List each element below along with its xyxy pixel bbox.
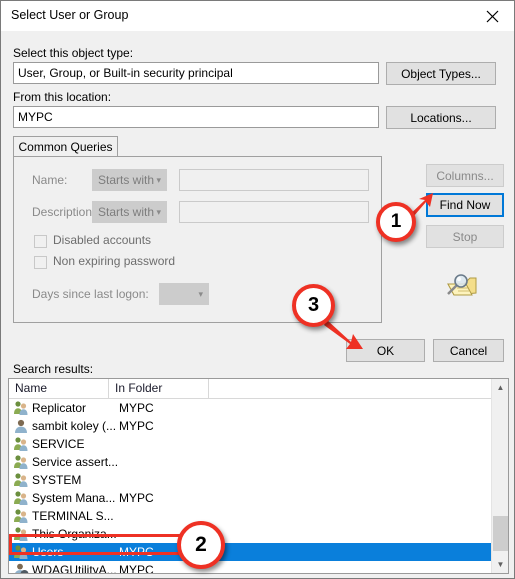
annotation-arrow-3 [324, 320, 363, 349]
row-name: Replicator [32, 401, 87, 415]
table-row[interactable]: sambit koley (... MYPC [9, 417, 491, 435]
listview-rows: Replicator MYPC sambit koley (... MYPC SERVI… [9, 399, 491, 574]
disabled-accounts-label: Disabled accounts [53, 233, 152, 247]
row-in-folder: MYPC [119, 419, 154, 433]
search-results-list: Name In Folder Replicator MYPC sambit kole… [8, 378, 509, 574]
chevron-up-icon[interactable]: ▲ [492, 379, 508, 396]
table-row[interactable]: SYSTEM [9, 471, 491, 489]
group-icon [13, 490, 29, 506]
name-label: Name: [32, 173, 68, 187]
title-bar: Select User or Group [1, 1, 514, 31]
search-results-label: Search results: [13, 362, 94, 376]
row-name: Users [32, 545, 64, 559]
results-row-users[interactable]: Users MYPC [9, 543, 491, 561]
column-header-in-folder[interactable]: In Folder [109, 379, 209, 398]
row-name: WDAGUtilityA... [32, 563, 117, 574]
table-row[interactable]: This Organiza... [9, 525, 491, 543]
row-name: TERMINAL S... [32, 509, 114, 523]
non-expiring-password-label: Non expiring password [53, 254, 176, 268]
days-since-logon-label: Days since last logon: [32, 287, 149, 301]
description-operator-select[interactable]: Starts with ▾ [92, 201, 167, 223]
table-row[interactable]: TERMINAL S... [9, 507, 491, 525]
tab-common-queries[interactable]: Common Queries [13, 136, 118, 157]
row-name: Service assert... [32, 455, 119, 469]
group-icon [13, 508, 29, 524]
column-header-name[interactable]: Name [9, 379, 109, 398]
row-in-folder: MYPC [119, 545, 154, 559]
cancel-button[interactable]: Cancel [433, 339, 504, 362]
chevron-down-icon[interactable]: ▼ [492, 556, 508, 573]
group-icon [13, 400, 29, 416]
window-title: Select User or Group [11, 8, 129, 22]
group-icon [13, 544, 29, 560]
close-icon[interactable] [470, 1, 514, 31]
row-name: SYSTEM [32, 473, 82, 487]
location-input[interactable]: MYPC [13, 106, 379, 128]
column-header-filler [209, 379, 491, 398]
table-row[interactable]: SERVICE [9, 435, 491, 453]
listview-header: Name In Folder [9, 379, 508, 399]
name-value-input[interactable] [179, 169, 369, 191]
stop-button[interactable]: Stop [426, 225, 504, 248]
object-types-button[interactable]: Object Types... [386, 62, 496, 85]
name-operator-select[interactable]: Starts with ▾ [92, 169, 167, 191]
object-type-input[interactable]: User, Group, or Built-in security princi… [13, 62, 379, 84]
row-in-folder: MYPC [119, 401, 154, 415]
table-row[interactable]: System Mana... MYPC [9, 489, 491, 507]
checkbox-box [34, 256, 47, 269]
name-operator-value: Starts with [98, 173, 155, 187]
group-icon [13, 526, 29, 542]
scrollbar-thumb[interactable] [493, 516, 508, 551]
location-label: From this location: [13, 90, 112, 104]
chevron-down-icon: ▾ [198, 289, 203, 299]
annotation-1: 1 [376, 202, 416, 242]
description-label: Description: [32, 205, 96, 219]
description-value-input[interactable] [179, 201, 369, 223]
table-row[interactable]: Replicator MYPC [9, 399, 491, 417]
columns-button[interactable]: Columns... [426, 164, 504, 187]
group-icon [13, 472, 29, 488]
object-type-label: Select this object type: [13, 46, 134, 60]
description-operator-value: Starts with [98, 205, 155, 219]
user-down-icon [13, 562, 29, 573]
select-user-or-group-dialog: Select User or Group Select this object … [0, 0, 515, 579]
user-icon [13, 418, 29, 434]
row-name: System Mana... [32, 491, 116, 505]
row-name: This Organiza... [32, 527, 117, 541]
group-icon [13, 436, 29, 452]
days-since-logon-select[interactable]: ▾ [159, 283, 209, 305]
vertical-scrollbar[interactable]: ▲ ▼ [491, 379, 508, 573]
chevron-down-icon: ▾ [156, 207, 161, 217]
annotation-2: 2 [177, 521, 225, 569]
checkbox-box [34, 235, 47, 248]
chevron-down-icon: ▾ [156, 175, 161, 185]
table-row[interactable]: WDAGUtilityA... MYPC [9, 561, 491, 574]
row-in-folder: MYPC [119, 563, 154, 574]
row-name: sambit koley (... [32, 419, 117, 433]
row-name: SERVICE [32, 437, 85, 451]
annotation-3: 3 [292, 284, 335, 327]
locations-button[interactable]: Locations... [386, 106, 496, 129]
row-in-folder: MYPC [119, 491, 154, 505]
tab-strip: Common Queries [13, 136, 123, 157]
table-row[interactable]: Service assert... [9, 453, 491, 471]
group-icon [13, 454, 29, 470]
folder-search-icon [444, 273, 478, 301]
